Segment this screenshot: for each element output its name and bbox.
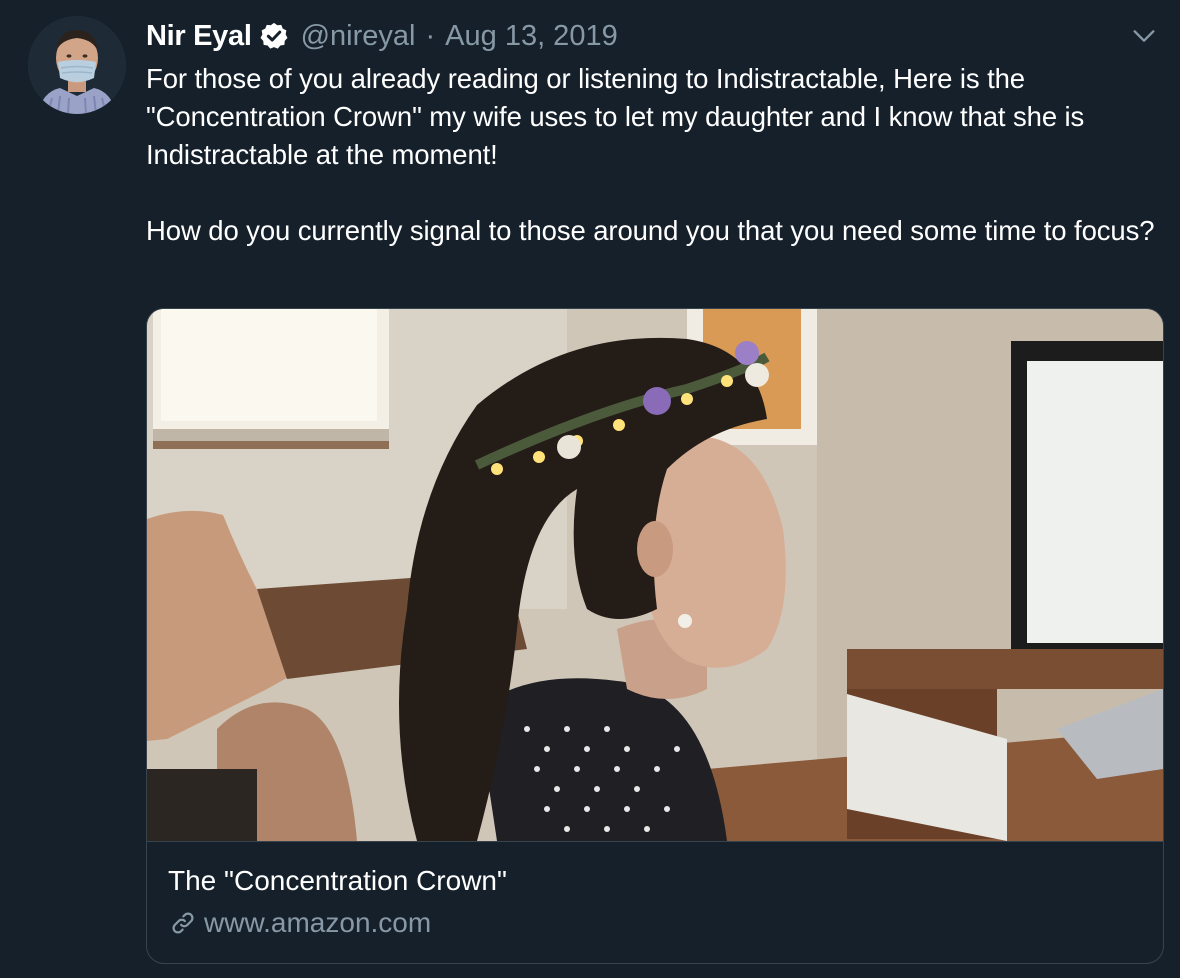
- link-icon: [172, 912, 194, 934]
- card-domain: www.amazon.com: [204, 907, 432, 938]
- tweet[interactable]: Nir Eyal @nireyal · Aug 13, 2019 For tho…: [0, 0, 1180, 978]
- tweet-header: Nir Eyal @nireyal · Aug 13, 2019: [146, 16, 618, 56]
- link-card[interactable]: The "Concentration Crown" www.amazon.com: [146, 308, 1164, 964]
- card-photo: [147, 309, 1163, 841]
- avatar[interactable]: [28, 16, 126, 114]
- card-image[interactable]: [147, 309, 1163, 842]
- tweet-date[interactable]: Aug 13, 2019: [445, 20, 618, 53]
- verified-badge-icon: [260, 22, 288, 49]
- author-handle[interactable]: @nireyal: [301, 20, 416, 53]
- tweet-paragraph-2: How do you currently signal to those aro…: [146, 215, 1155, 246]
- tweet-text: For those of you already reading or list…: [146, 60, 1166, 250]
- tweet-paragraph-1: For those of you already reading or list…: [146, 63, 1085, 170]
- card-title[interactable]: The "Concentration Crown": [168, 865, 507, 897]
- chevron-down-icon[interactable]: [1130, 22, 1158, 50]
- card-link[interactable]: www.amazon.com: [168, 907, 431, 939]
- header-separator: ·: [425, 19, 436, 52]
- avatar-image: [28, 16, 126, 114]
- author-name[interactable]: Nir Eyal: [146, 20, 252, 53]
